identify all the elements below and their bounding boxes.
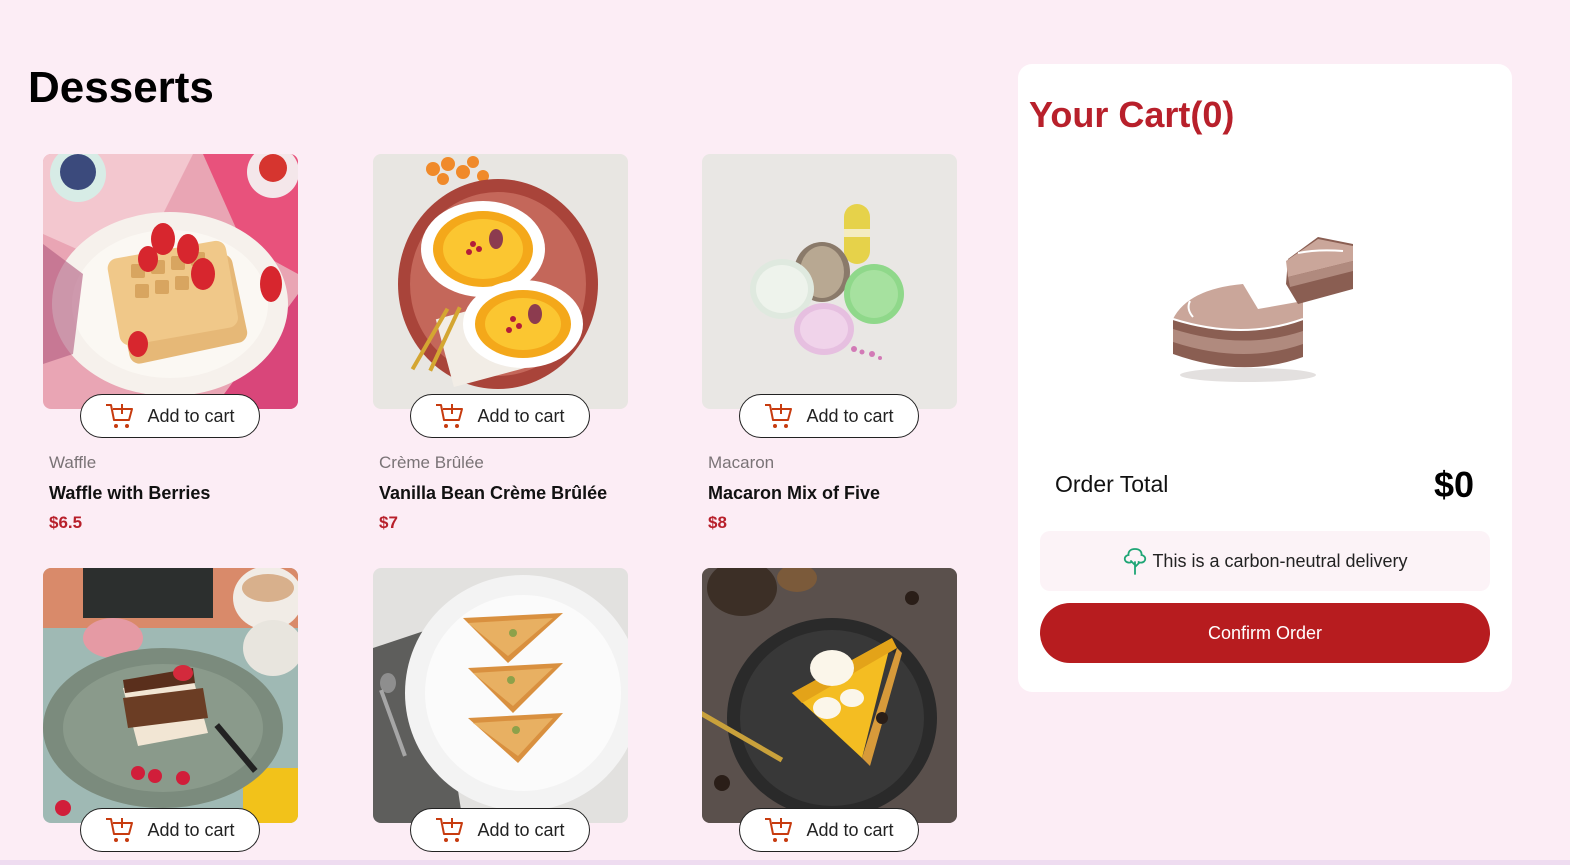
page-title: Desserts	[28, 63, 214, 112]
add-to-cart-label: Add to cart	[147, 819, 235, 840]
product-category: Crème Brûlée	[379, 453, 484, 472]
add-to-cart-icon	[106, 404, 134, 428]
cart-panel: Your Cart(0) Order Total $0 This is a ca…	[1018, 64, 1512, 692]
add-to-cart-button[interactable]: Add to cart	[739, 808, 919, 852]
order-total-label: Order Total	[1055, 471, 1169, 497]
macaron-photo	[702, 154, 957, 409]
add-to-cart-button[interactable]: Add to cart	[80, 394, 260, 438]
add-to-cart-icon	[765, 404, 793, 428]
add-to-cart-label: Add to cart	[806, 405, 894, 426]
waffle-photo	[43, 154, 298, 409]
product-price: $7	[379, 513, 398, 532]
empty-cart-cake-illustration	[1172, 237, 1353, 382]
product-category: Macaron	[708, 453, 775, 472]
add-to-cart-button[interactable]: Add to cart	[410, 394, 590, 438]
add-to-cart-icon	[106, 818, 134, 842]
product-category: Waffle	[49, 453, 97, 472]
carbon-neutral-note: This is a carbon-neutral delivery	[1040, 531, 1490, 591]
add-to-cart-label: Add to cart	[806, 819, 894, 840]
cart-title: Your Cart(0)	[1029, 94, 1235, 135]
baklava-photo	[373, 568, 628, 823]
add-to-cart-label: Add to cart	[477, 405, 565, 426]
add-to-cart-label: Add to cart	[477, 819, 565, 840]
order-total-value: $0	[1433, 464, 1474, 505]
bottom-divider	[0, 860, 1570, 865]
product-price: $8	[708, 513, 727, 532]
add-to-cart-icon	[436, 404, 464, 428]
creme-brulee-photo	[373, 154, 628, 409]
add-to-cart-button[interactable]: Add to cart	[739, 394, 919, 438]
tiramisu-photo	[43, 568, 298, 823]
add-to-cart-button[interactable]: Add to cart	[80, 808, 260, 852]
carbon-note-text: This is a carbon-neutral delivery	[1152, 550, 1408, 571]
add-to-cart-button[interactable]: Add to cart	[410, 808, 590, 852]
dessert-shop-page: Desserts Add to cart Waffle Waffle with …	[0, 0, 1570, 865]
product-name: Vanilla Bean Crème Brûlée	[379, 483, 608, 503]
product-name: Waffle with Berries	[49, 483, 211, 503]
pie-photo	[702, 568, 957, 823]
product-name: Macaron Mix of Five	[708, 483, 881, 503]
add-to-cart-icon	[436, 818, 464, 842]
product-price: $6.5	[49, 513, 83, 532]
confirm-order-button[interactable]: Confirm Order	[1040, 603, 1490, 663]
add-to-cart-label: Add to cart	[147, 405, 235, 426]
tree-icon	[1124, 548, 1147, 575]
add-to-cart-icon	[765, 818, 793, 842]
